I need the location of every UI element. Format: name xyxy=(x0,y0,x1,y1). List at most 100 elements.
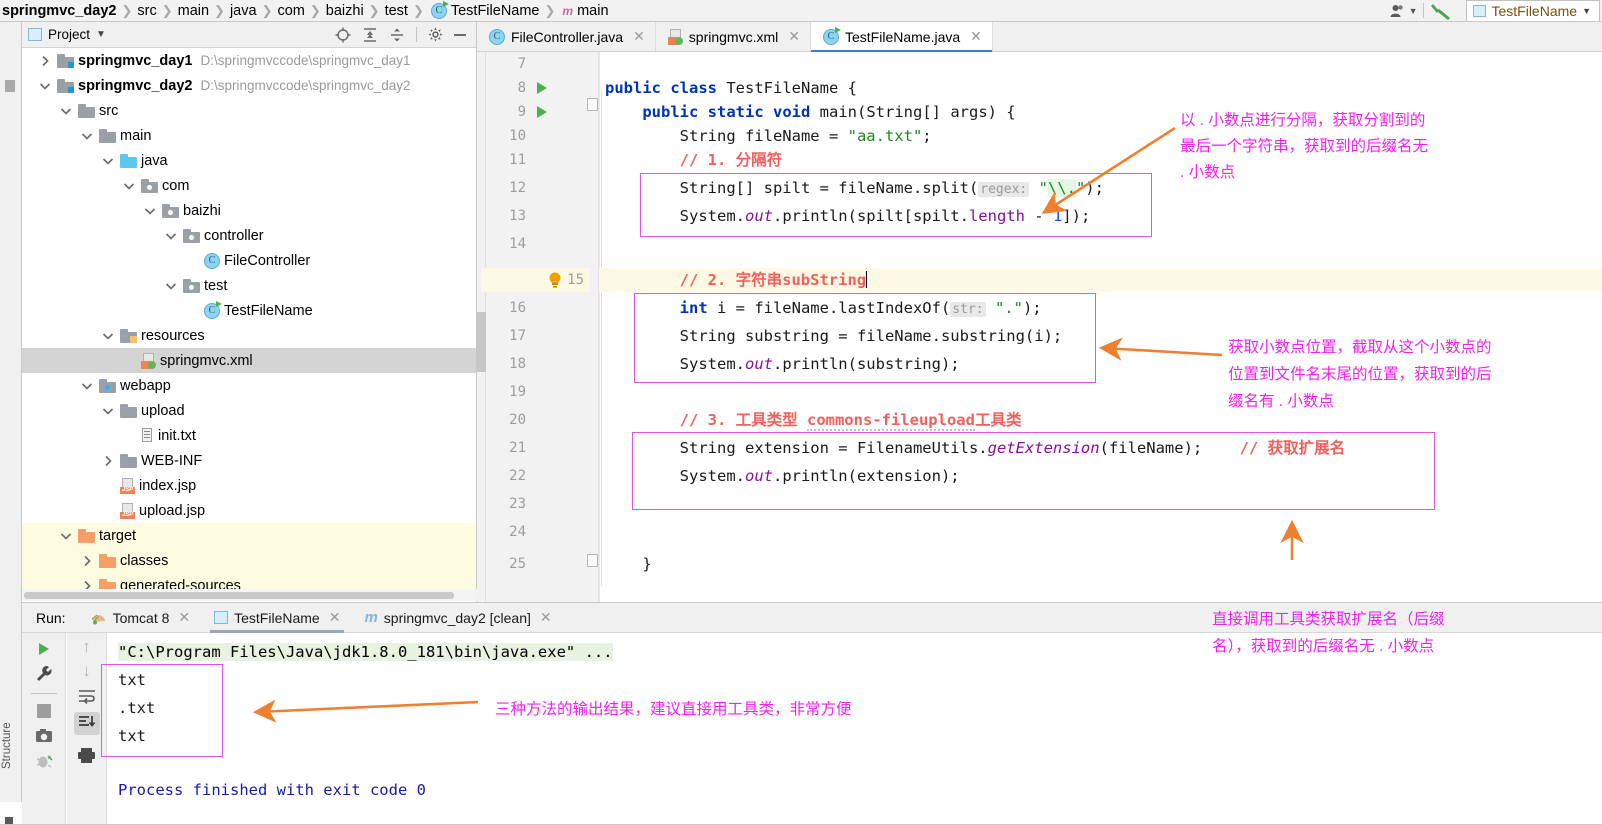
user-icon-button[interactable]: ▼ xyxy=(1384,0,1424,22)
tree-node-com[interactable]: com xyxy=(22,173,476,198)
breadcrumb-item-5[interactable]: baizhi xyxy=(326,3,364,19)
tree-node-test[interactable]: test xyxy=(22,273,476,298)
tree-node-springmvc-day2[interactable]: springmvc_day2 D:\springmvccode\springmvc… xyxy=(22,73,476,98)
divider xyxy=(30,693,57,694)
locate-icon[interactable] xyxy=(335,27,351,43)
tree-node-controller[interactable]: controller xyxy=(22,223,476,248)
run-tab-tomcat[interactable]: Tomcat 8 ✕ xyxy=(78,603,203,633)
excluded-folder-icon xyxy=(99,553,116,568)
chevron-right-icon[interactable] xyxy=(101,454,115,468)
editor-tab-filecontroller[interactable]: C FileController.java ✕ xyxy=(477,22,656,51)
run-gutter-icon-line-9[interactable] xyxy=(537,100,547,124)
chevron-down-icon[interactable] xyxy=(59,104,73,118)
build-hammer-button[interactable] xyxy=(1424,0,1458,22)
tool-window-button-structure[interactable]: Structure xyxy=(1,699,13,769)
tree-node-label: webapp xyxy=(120,377,171,394)
chevron-down-icon[interactable] xyxy=(101,404,115,418)
close-icon[interactable]: ✕ xyxy=(788,28,800,45)
chevron-right-icon[interactable] xyxy=(80,554,94,568)
tree-node-upload-jsp[interactable]: JSP upload.jsp xyxy=(22,498,476,523)
resources-folder-icon xyxy=(120,328,137,343)
breadcrumb-item-3[interactable]: java xyxy=(230,3,257,19)
down-arrow-icon[interactable]: ↓ xyxy=(82,662,91,680)
tree-node-java[interactable]: java xyxy=(22,148,476,173)
console-output[interactable]: "C:\Program Files\Java\jdk1.8.0_181\bin\… xyxy=(101,633,1602,825)
tomcat-icon xyxy=(91,614,105,624)
tree-node-init-txt[interactable]: init.txt xyxy=(22,423,476,448)
run-configuration-selector[interactable]: TestFileName ▼ xyxy=(1466,0,1600,21)
highlight-box-method-2 xyxy=(634,293,1096,383)
chevron-down-icon[interactable] xyxy=(164,229,178,243)
project-tree[interactable]: springmvc_day1 D:\springmvccode\springmvc… xyxy=(22,48,476,602)
collapse-all-icon[interactable] xyxy=(389,27,405,43)
java-class-runnable-icon: C xyxy=(204,300,222,319)
tree-node-baizhi[interactable]: baizhi xyxy=(22,198,476,223)
chevron-down-icon[interactable]: ▼ xyxy=(96,29,106,40)
project-horizontal-scrollbar[interactable] xyxy=(22,589,477,601)
tree-node-springmvc-xml[interactable]: springmvc.xml xyxy=(22,348,476,373)
code-editor[interactable]: 7 8 9 10 11 12 13 14 15 16 17 18 19 20 21 22 23 24 25 publ… xyxy=(477,52,1602,602)
breadcrumb-item-8[interactable]: main xyxy=(577,3,608,19)
close-icon[interactable]: ✕ xyxy=(970,28,982,45)
editor-vertical-scrollbar[interactable] xyxy=(477,52,486,602)
chevron-down-icon[interactable] xyxy=(80,379,94,393)
breadcrumb-item-0[interactable]: springmvc_day2 xyxy=(2,3,116,19)
divider xyxy=(416,27,417,42)
chevron-down-icon[interactable] xyxy=(80,129,94,143)
tree-node-webapp[interactable]: webapp xyxy=(22,373,476,398)
breadcrumb-item-2[interactable]: main xyxy=(178,3,209,19)
code-fold-marker[interactable] xyxy=(587,554,598,567)
tree-node-resources[interactable]: resources xyxy=(22,323,476,348)
tree-node-index-jsp[interactable]: JSP index.jsp xyxy=(22,473,476,498)
chevron-down-icon[interactable] xyxy=(143,204,157,218)
tree-node-web-inf[interactable]: WEB-INF xyxy=(22,448,476,473)
breadcrumb-item-7[interactable]: TestFileName xyxy=(451,3,540,19)
expand-all-icon[interactable] xyxy=(362,27,378,43)
intention-bulb-icon[interactable] xyxy=(547,268,563,292)
tree-node-springmvc-day1[interactable]: springmvc_day1 D:\springmvccode\springmvc… xyxy=(22,48,476,73)
scroll-to-end-icon[interactable] xyxy=(73,712,100,735)
breadcrumb-separator: ❯ xyxy=(309,2,321,18)
breadcrumb-item-6[interactable]: test xyxy=(385,3,408,19)
chevron-right-icon[interactable] xyxy=(38,54,52,68)
close-icon[interactable]: ✕ xyxy=(329,609,341,626)
hide-icon[interactable] xyxy=(454,33,466,36)
breadcrumb-item-4[interactable]: com xyxy=(277,3,304,19)
chevron-down-icon[interactable] xyxy=(164,279,178,293)
run-gutter-icon-line-8[interactable] xyxy=(537,76,547,100)
close-icon[interactable]: ✕ xyxy=(178,609,190,626)
tree-node-filecontroller[interactable]: C FileController xyxy=(22,248,476,273)
tree-node-path: D:\springmvccode\springmvc_day1 xyxy=(200,53,411,68)
close-icon[interactable]: ✕ xyxy=(633,28,645,45)
tree-node-main[interactable]: main xyxy=(22,123,476,148)
editor-tab-springmvc-xml[interactable]: springmvc.xml ✕ xyxy=(655,22,811,51)
run-tab-testfilename[interactable]: TestFileName ✕ xyxy=(202,603,352,633)
chevron-down-icon[interactable] xyxy=(122,179,136,193)
chevron-down-icon[interactable] xyxy=(101,154,115,168)
tree-node-upload[interactable]: upload xyxy=(22,398,476,423)
tree-node-classes[interactable]: classes xyxy=(22,548,476,573)
breadcrumb-item-1[interactable]: src xyxy=(137,3,156,19)
stop-icon[interactable] xyxy=(36,704,51,718)
chevron-down-icon[interactable] xyxy=(101,329,115,343)
camera-icon[interactable] xyxy=(35,728,53,743)
print-icon[interactable] xyxy=(77,747,96,764)
chevron-down-icon[interactable] xyxy=(59,529,73,543)
soft-wrap-icon[interactable] xyxy=(77,688,97,704)
up-arrow-icon[interactable]: ↑ xyxy=(82,638,91,655)
editor-gutter[interactable]: 7 8 9 10 11 12 13 14 15 16 17 18 19 20 21 22 23 24 25 xyxy=(477,52,599,602)
settings-gear-icon[interactable] xyxy=(428,27,443,42)
run-tab-maven[interactable]: m springmvc_day2 [clean] ✕ xyxy=(352,603,563,633)
tree-node-label: src xyxy=(99,102,119,119)
package-folder-icon xyxy=(183,278,200,293)
debug-icon[interactable] xyxy=(35,753,53,770)
wrench-icon[interactable] xyxy=(35,665,53,683)
tree-node-src[interactable]: src xyxy=(22,98,476,123)
tree-node-testfilename[interactable]: C TestFileName xyxy=(22,298,476,323)
close-icon[interactable]: ✕ xyxy=(540,609,552,626)
editor-tab-testfilename[interactable]: C TestFileName.java ✕ xyxy=(811,22,993,52)
tree-node-target[interactable]: target xyxy=(22,523,476,548)
rerun-icon[interactable] xyxy=(38,643,49,655)
code-fold-marker[interactable] xyxy=(587,98,598,111)
chevron-down-icon[interactable] xyxy=(38,79,52,93)
